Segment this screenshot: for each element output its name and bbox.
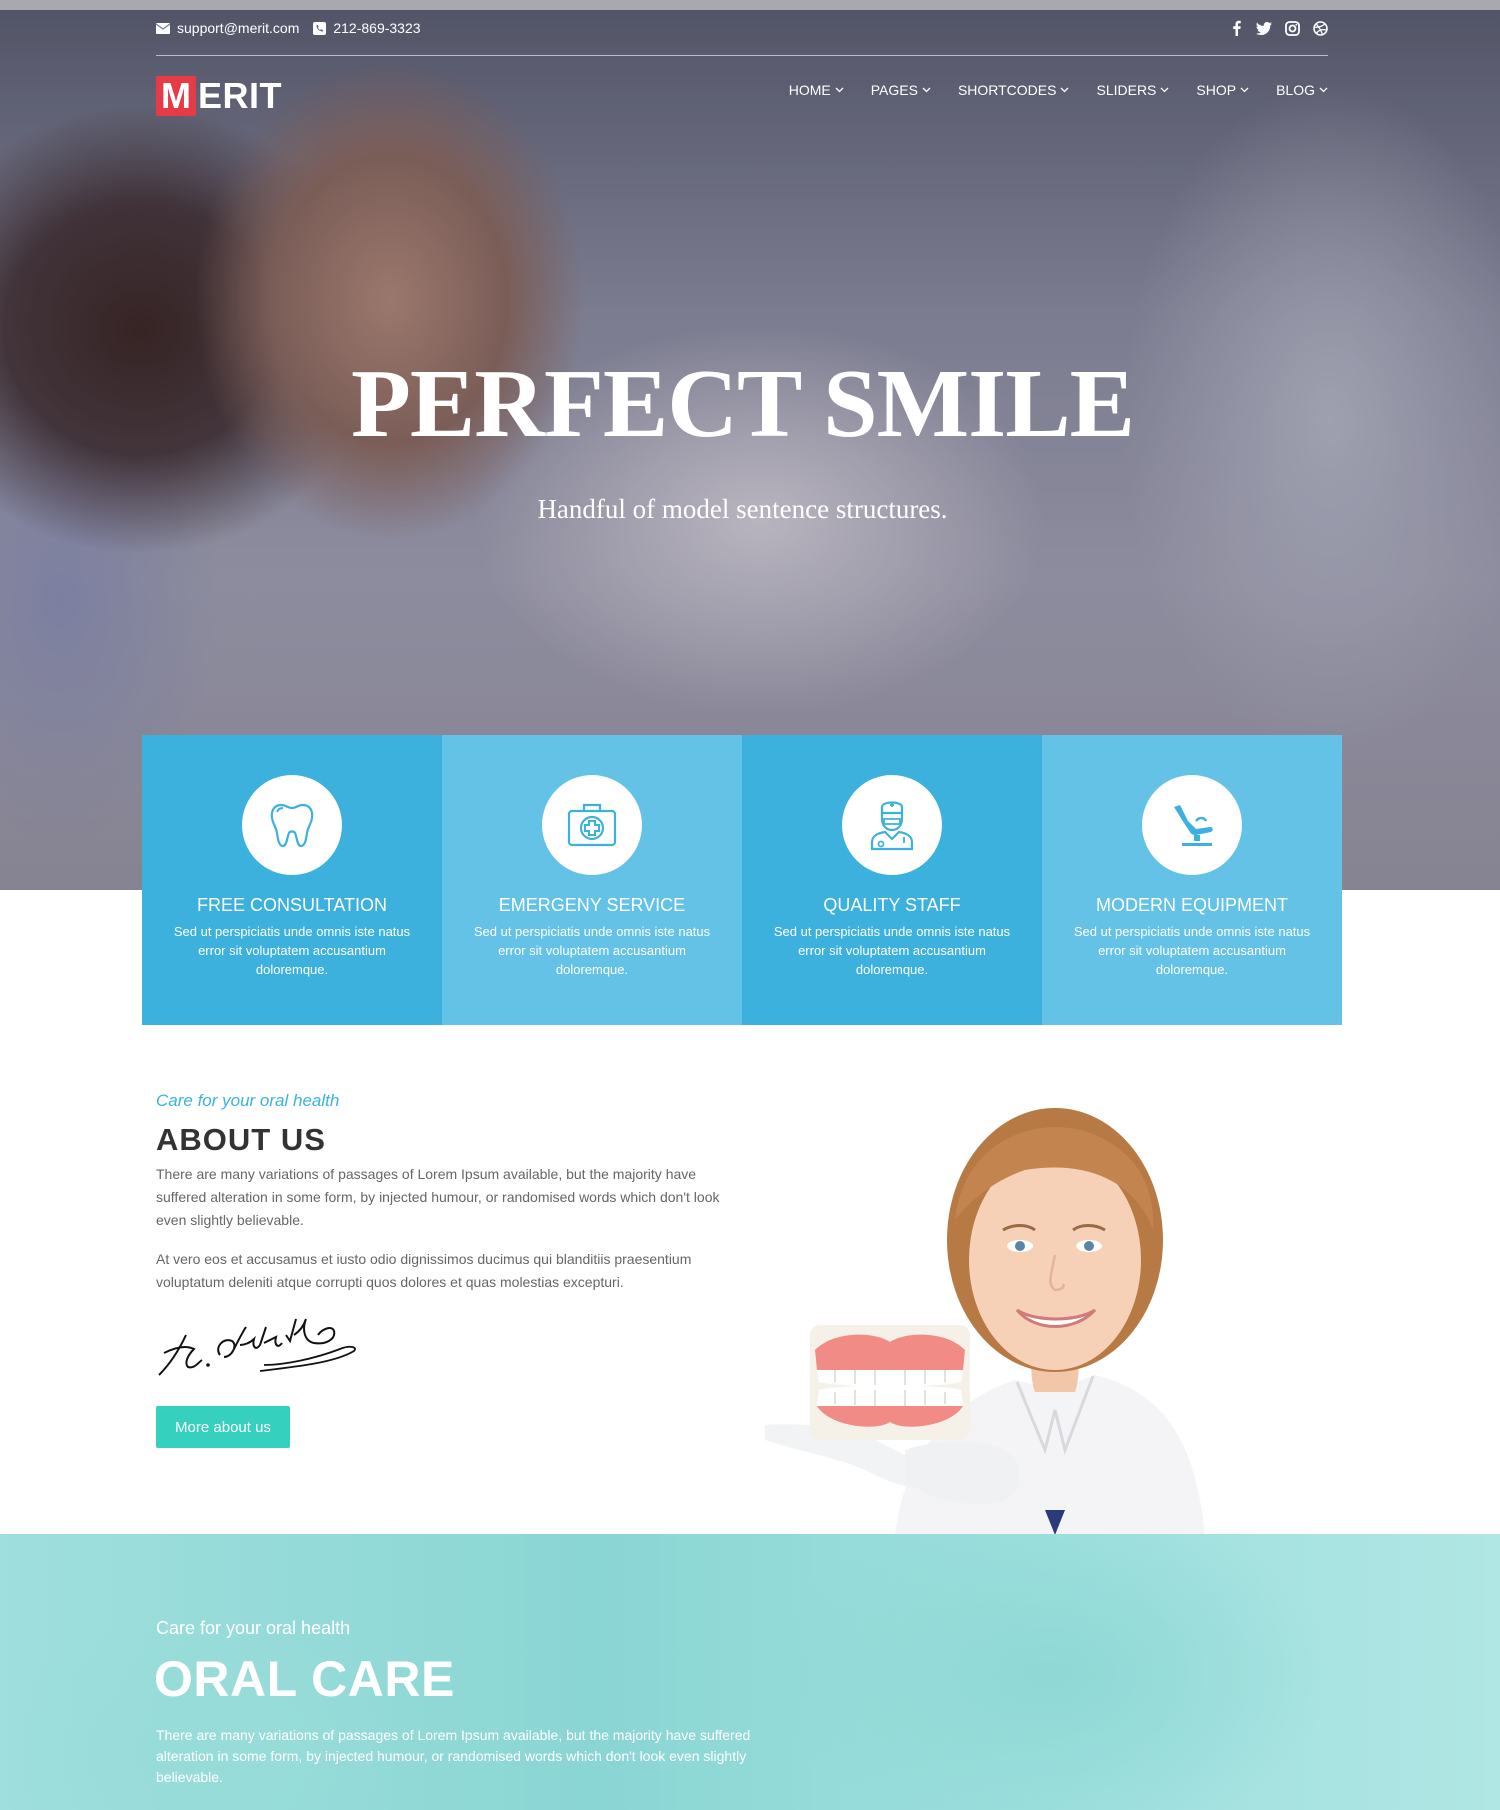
nav-item-label: PAGES [870,82,918,98]
email-text: support@merit.com [177,20,300,36]
nav-item-home[interactable]: HOME [789,82,844,98]
nav-item-label: SLIDERS [1096,82,1157,98]
nav-item-blog[interactable]: BLOG [1276,82,1328,98]
logo-mark: M [156,76,196,116]
phone-text: 212-869-3323 [333,20,421,36]
hero-title: PERFECT SMILE [351,350,1135,458]
feature-title: MODERN EQUIPMENT [1095,895,1288,915]
nav-item-label: BLOG [1276,82,1315,98]
oral-care-title: ORAL CARE [154,1651,455,1707]
nav-item-sliders[interactable]: SLIDERS [1096,82,1169,98]
email-link[interactable]: support@merit.com [156,20,299,36]
chevron-down-icon [1240,87,1249,93]
feature-description: Sed ut perspiciatis unde omnis iste natu… [773,924,1011,977]
facebook-icon[interactable] [1228,20,1244,36]
doctor-icon [870,801,914,851]
feature-description: Sed ut perspiciatis unde omnis iste natu… [1073,924,1311,977]
oral-care-text: There are many variations of passages of… [156,1727,751,1785]
feature-card-staff[interactable]: QUALITY STAFF Sed ut perspiciatis unde o… [742,735,1042,1025]
feature-icon-circle [242,775,342,875]
main-navigation: HOME PAGES SHORTCODES SLIDERS SHOP BLOG [789,82,1328,98]
feature-title: FREE CONSULTATION [196,895,387,915]
social-links [1228,20,1328,36]
topbar-divider [156,55,1328,56]
topbar: support@merit.com 212-869-3323 [156,16,1328,40]
about-subtitle: Care for your oral health [156,1091,340,1110]
hero-subtitle: Handful of model sentence structures. [537,494,948,524]
about-title: ABOUT US [156,1122,326,1157]
feature-card-consultation[interactable]: FREE CONSULTATION Sed ut perspiciatis un… [142,735,442,1025]
nav-item-shortcodes[interactable]: SHORTCODES [958,82,1070,98]
twitter-icon[interactable] [1256,20,1272,36]
dentist-photo [765,1108,1205,1535]
more-about-us-button[interactable]: More about us [156,1406,290,1448]
feature-icon-circle [1142,775,1242,875]
feature-icon-circle [842,775,942,875]
feature-card-emergency[interactable]: EMERGENY SERVICE Sed ut perspiciatis und… [442,735,742,1025]
feature-description: Sed ut perspiciatis unde omnis iste natu… [173,924,411,977]
about-paragraph-1: There are many variations of passages of… [156,1166,720,1228]
nav-item-label: SHORTCODES [957,82,1057,98]
envelope-icon [156,22,170,34]
chevron-down-icon [1061,87,1069,93]
logo-text: ERIT [198,75,283,116]
chevron-down-icon [922,87,931,93]
nav-item-label: SHOP [1196,82,1237,98]
instagram-icon[interactable] [1284,20,1300,36]
feature-description: Sed ut perspiciatis unde omnis iste natu… [473,924,711,977]
feature-title: QUALITY STAFF [823,895,961,915]
nav-item-pages[interactable]: PAGES [871,82,931,98]
chevron-down-icon [835,87,844,93]
nav-item-shop[interactable]: SHOP [1196,82,1249,98]
feature-icon-circle [542,775,642,875]
dental-chair-icon [1174,805,1213,846]
chevron-down-icon [1160,87,1169,93]
chevron-down-icon [1319,87,1328,93]
tooth-icon [270,803,314,848]
feature-card-equipment[interactable]: MODERN EQUIPMENT Sed ut perspiciatis und… [1042,735,1342,1025]
oral-care-section: Care for your oral health ORAL CARE Ther… [0,1534,1500,1810]
about-paragraph-2: At vero eos et accusamus et iusto odio d… [156,1251,692,1290]
nav-item-label: HOME [788,82,831,98]
phone-link[interactable]: 212-869-3323 [313,20,421,36]
oral-care-subtitle: Care for your oral health [156,1618,351,1638]
logo[interactable]: M ERIT [156,76,282,116]
first-aid-kit-icon [567,803,617,847]
feature-title: EMERGENY SERVICE [498,895,686,915]
signature-image [158,1318,356,1376]
features-row: FREE CONSULTATION Sed ut perspiciatis un… [142,735,1342,1025]
top-strip [0,0,1500,10]
dribbble-icon[interactable] [1312,20,1328,36]
phone-icon [313,21,327,35]
